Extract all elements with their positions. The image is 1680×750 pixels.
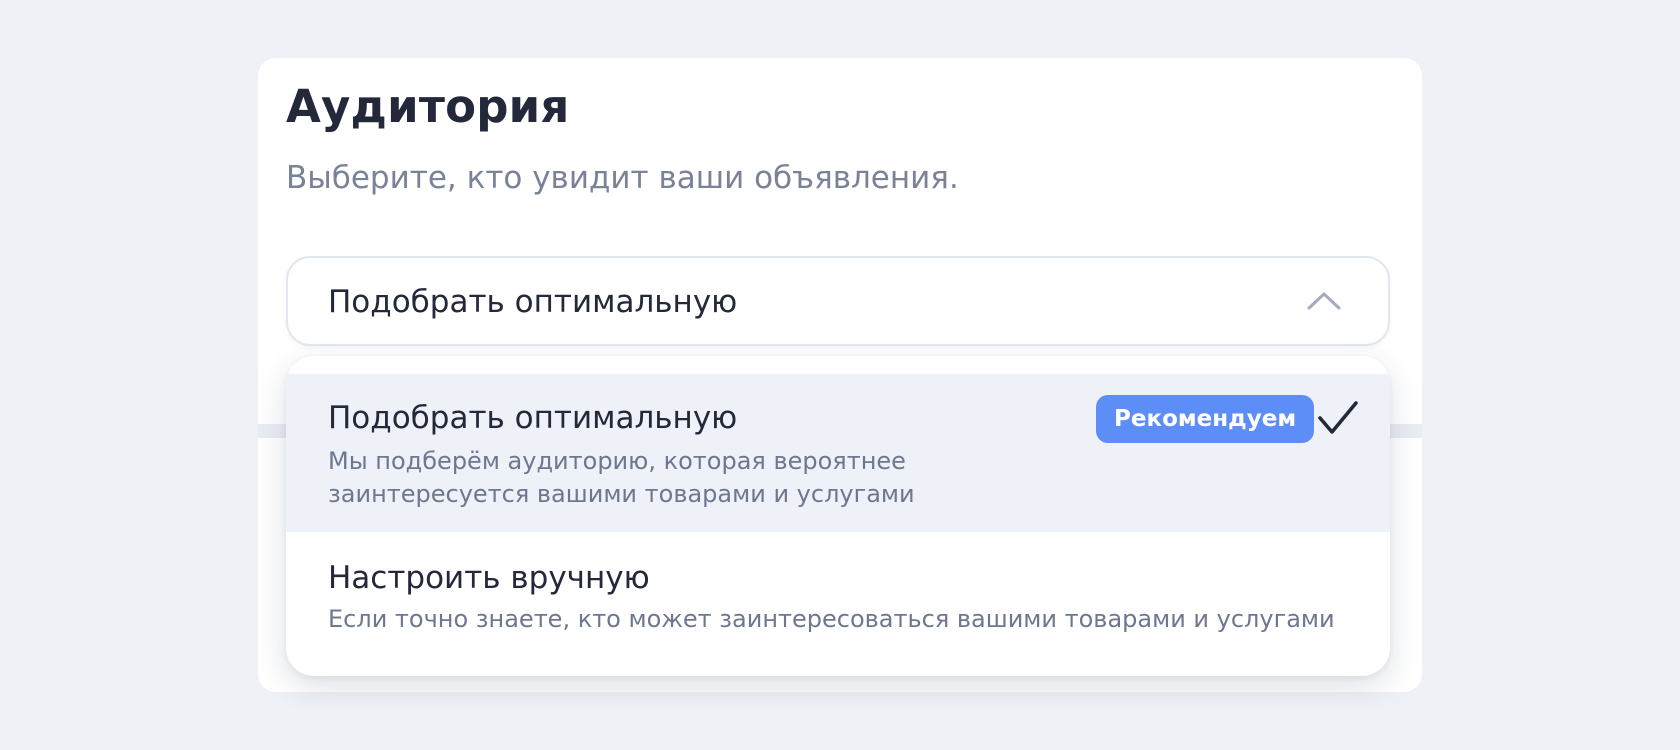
card-title: Аудитория [286, 80, 570, 133]
option-title: Настроить вручную [328, 560, 650, 596]
audience-select[interactable]: Подобрать оптимальную [286, 256, 1390, 346]
chevron-up-icon [1307, 292, 1341, 310]
option-manual[interactable]: Настроить вручную Если точно знаете, кто… [286, 532, 1390, 676]
recommended-badge: Рекомендуем [1096, 395, 1315, 443]
select-value: Подобрать оптимальную [328, 284, 738, 320]
card-subtitle: Выберите, кто увидит ваши объявления. [286, 160, 959, 196]
checkmark-icon [1318, 401, 1358, 434]
option-description: Мы подберём аудиторию, которая вероятнее… [328, 447, 915, 508]
option-optimal[interactable]: Подобрать оптимальную Рекомендуем Мы под… [286, 374, 1390, 532]
option-title: Подобрать оптимальную [328, 400, 738, 436]
audience-dropdown-menu: Подобрать оптимальную Рекомендуем Мы под… [286, 356, 1390, 676]
option-description: Если точно знаете, кто может заинтересов… [328, 605, 1335, 633]
